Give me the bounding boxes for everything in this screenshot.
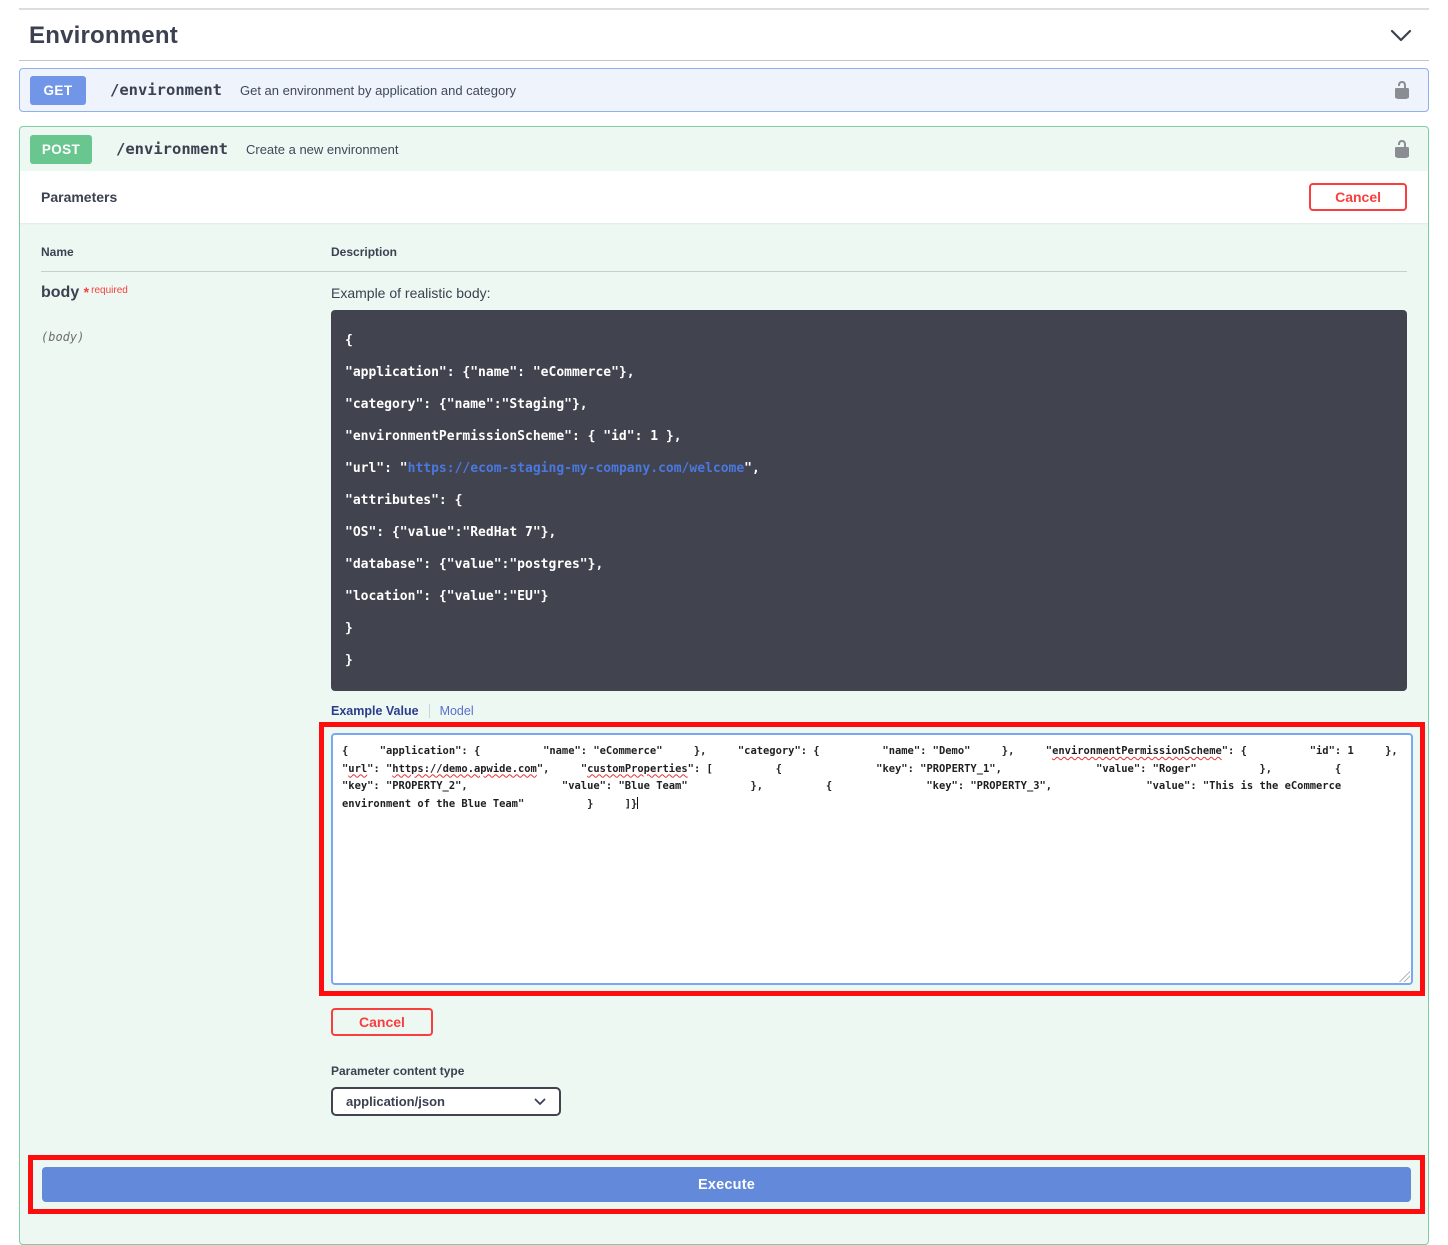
body-text: ": " bbox=[367, 763, 392, 775]
param-type-hint: (body) bbox=[41, 330, 331, 344]
heading-divider bbox=[19, 60, 1429, 61]
body-text-misspelled: customProperties bbox=[587, 763, 688, 775]
code-line: { bbox=[345, 333, 1393, 348]
code-line: } bbox=[345, 621, 1393, 636]
param-name: body bbox=[41, 284, 79, 301]
post-environment-opblock: POST /environment Create a new environme… bbox=[19, 126, 1429, 1245]
body-text-misspelled: environmentPermissionScheme bbox=[1052, 745, 1222, 757]
parameters-title: Parameters bbox=[41, 189, 117, 205]
text-caret bbox=[637, 797, 638, 809]
get-endpoint-path[interactable]: /environment bbox=[110, 81, 222, 99]
unlock-icon[interactable] bbox=[1392, 80, 1412, 100]
code-line: } bbox=[345, 653, 1393, 668]
code-line: "location": {"value":"EU"} bbox=[345, 589, 1393, 604]
execute-button[interactable]: Execute bbox=[42, 1167, 1411, 1202]
resize-handle[interactable] bbox=[1399, 971, 1410, 982]
code-text: "url": " bbox=[345, 461, 408, 476]
required-label: required bbox=[91, 285, 128, 296]
environment-section-header[interactable]: Environment bbox=[19, 22, 1429, 50]
code-line: "application": {"name": "eCommerce"}, bbox=[345, 365, 1393, 380]
parameter-content-type-select[interactable]: application/json bbox=[331, 1087, 561, 1116]
column-header-name: Name bbox=[41, 245, 331, 259]
realistic-body-code-block: { "application": {"name": "eCommerce"}, … bbox=[331, 310, 1407, 691]
post-endpoint-path[interactable]: /environment bbox=[116, 140, 228, 158]
parameters-table: Name Description body *required (body) E… bbox=[20, 223, 1428, 1116]
unlock-icon[interactable] bbox=[1392, 139, 1412, 159]
parameters-table-head: Name Description bbox=[41, 245, 1407, 272]
code-line-url: "url": "https://ecom-staging-my-company.… bbox=[345, 461, 1393, 476]
example-url-link[interactable]: https://ecom-staging-my-company.com/welc… bbox=[408, 461, 745, 476]
post-opblock-header[interactable]: POST /environment Create a new environme… bbox=[20, 127, 1428, 171]
parameters-header: Parameters Cancel bbox=[20, 171, 1428, 223]
get-endpoint-summary: Get an environment by application and ca… bbox=[240, 83, 516, 98]
tab-model[interactable]: Model bbox=[430, 704, 474, 718]
body-parameter-description-cell: Example of realistic body: { "applicatio… bbox=[331, 284, 1407, 1116]
model-tabs: Example Value Model bbox=[331, 704, 1407, 718]
chevron-down-icon[interactable] bbox=[1389, 27, 1413, 45]
body-text: ", " bbox=[537, 763, 587, 775]
get-environment-opblock[interactable]: GET /environment Get an environment by a… bbox=[19, 68, 1429, 112]
get-method-badge[interactable]: GET bbox=[30, 76, 86, 105]
selected-content-type: application/json bbox=[346, 1094, 445, 1109]
section-title: Environment bbox=[29, 22, 178, 50]
body-editor-textarea[interactable]: { "application": { "name": "eCommerce" }… bbox=[331, 733, 1413, 985]
code-line: "database": {"value":"postgres"}, bbox=[345, 557, 1393, 572]
code-line: "OS": {"value":"RedHat 7"}, bbox=[345, 525, 1393, 540]
body-text-misspelled: https://demo.apwide.com bbox=[392, 763, 537, 775]
code-text: ", bbox=[744, 461, 760, 476]
post-endpoint-summary: Create a new environment bbox=[246, 142, 398, 157]
body-text-misspelled: url bbox=[348, 763, 367, 775]
code-line: "environmentPermissionScheme": { "id": 1… bbox=[345, 429, 1393, 444]
code-line: "category": {"name":"Staging"}, bbox=[345, 397, 1393, 412]
post-method-badge[interactable]: POST bbox=[30, 135, 92, 164]
required-star: * bbox=[84, 284, 89, 300]
tab-example-value[interactable]: Example Value bbox=[331, 704, 430, 718]
code-line: "attributes": { bbox=[345, 493, 1393, 508]
parameter-content-type-label: Parameter content type bbox=[331, 1064, 1407, 1078]
cancel-tryout-button[interactable]: Cancel bbox=[1309, 183, 1407, 211]
body-text: { "application": { "name": "eCommerce" }… bbox=[342, 745, 1052, 757]
example-intro-text: Example of realistic body: bbox=[331, 285, 1407, 301]
column-header-description: Description bbox=[331, 245, 397, 259]
swagger-page: Environment GET /environment Get an envi… bbox=[0, 8, 1448, 1245]
select-chevron-down-icon bbox=[534, 1094, 546, 1109]
execute-annotation-box: Execute bbox=[28, 1155, 1425, 1214]
cancel-body-button[interactable]: Cancel bbox=[331, 1008, 433, 1036]
body-parameter-row: body *required (body) Example of realist… bbox=[41, 272, 1407, 1116]
top-divider bbox=[19, 8, 1429, 10]
body-parameter-name-cell: body *required (body) bbox=[41, 284, 331, 1116]
body-editor-annotation-box: { "application": { "name": "eCommerce" }… bbox=[319, 722, 1425, 996]
